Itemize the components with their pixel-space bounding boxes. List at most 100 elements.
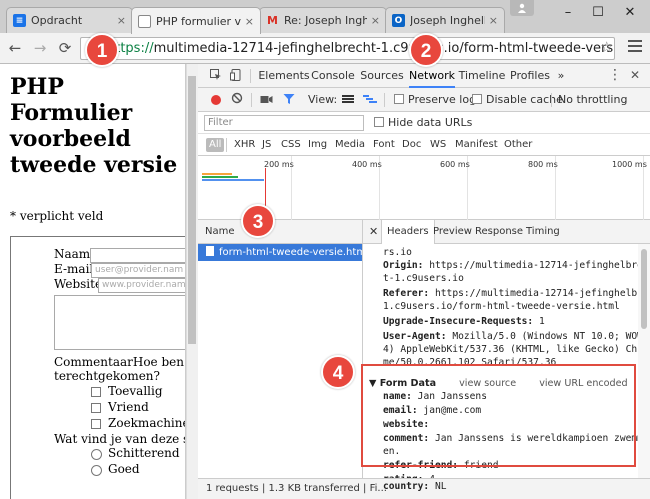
- tab-close-icon[interactable]: ×: [245, 15, 254, 28]
- detail-scrollbar-thumb[interactable]: [641, 249, 647, 329]
- document-icon: [206, 246, 214, 256]
- close-detail-icon[interactable]: ✕: [369, 225, 378, 238]
- large-rows-icon[interactable]: [342, 93, 354, 109]
- address-bar[interactable]: https://multimedia-12714-jefinghelbrecht…: [80, 37, 615, 60]
- type-all[interactable]: All: [206, 138, 225, 152]
- close-devtools-icon[interactable]: ✕: [630, 68, 640, 82]
- timeline-bar: [202, 173, 232, 175]
- tab-close-icon[interactable]: ×: [117, 14, 126, 27]
- zoekmachine-checkbox[interactable]: [91, 419, 101, 429]
- toolbar-divider: [551, 93, 552, 107]
- request-name: form-html-tweede-versie.html: [219, 247, 362, 258]
- tab-profiles[interactable]: Profiles: [508, 64, 552, 88]
- view-url-encoded-link[interactable]: view URL encoded: [539, 378, 627, 389]
- annotation-badge-4: 4: [321, 355, 355, 389]
- back-button[interactable]: ←: [6, 39, 24, 57]
- type-ws[interactable]: WS: [430, 138, 446, 152]
- maximize-button[interactable]: ☐: [583, 4, 613, 22]
- preserve-log-checkbox[interactable]: Preserve log: [394, 93, 476, 107]
- tab-php-formulier[interactable]: PHP formulier voorbeeld ×: [131, 7, 261, 34]
- name-column-header[interactable]: Name: [198, 220, 362, 244]
- page-scrollbar-thumb[interactable]: [188, 76, 196, 344]
- tab-label: Opdracht: [31, 14, 83, 27]
- tab-close-icon[interactable]: ×: [371, 14, 380, 27]
- devtools-menu-icon[interactable]: ⋮: [608, 67, 622, 83]
- type-doc[interactable]: Doc: [402, 138, 421, 152]
- email-label: E-mail: [54, 262, 94, 276]
- tab-elements[interactable]: Elements: [258, 64, 310, 88]
- doc-icon: ≡: [13, 14, 26, 27]
- disable-cache-checkbox[interactable]: Disable cache: [472, 93, 563, 107]
- type-manifest[interactable]: Manifest: [455, 138, 498, 152]
- form-data-title[interactable]: ▼ Form Data: [369, 378, 436, 389]
- header-line: Upgrade-Insecure-Requests: 1: [383, 316, 545, 327]
- type-other[interactable]: Other: [504, 138, 532, 152]
- form-data-row: name: Jan Janssens: [383, 391, 487, 402]
- filter-input[interactable]: Filter: [204, 115, 364, 131]
- wat-vind-label: Wat vind je van deze site: [54, 432, 185, 446]
- tab-opdracht[interactable]: ≡ Opdracht ×: [6, 7, 133, 33]
- schitterend-radio[interactable]: [91, 449, 102, 460]
- clear-icon[interactable]: [231, 92, 243, 108]
- type-img[interactable]: Img: [308, 138, 327, 152]
- reload-button[interactable]: ⟳: [56, 39, 74, 57]
- chrome-menu-icon[interactable]: [628, 40, 642, 55]
- more-tabs-button[interactable]: »: [554, 64, 568, 88]
- naam-label: Naam: [54, 247, 91, 261]
- request-list: Name form-html-tweede-versie.html: [198, 220, 363, 478]
- tab-outlook[interactable]: O Joseph Inghelbrecht ×: [385, 7, 505, 33]
- throttling-select[interactable]: No throttling: [558, 93, 627, 107]
- request-row[interactable]: form-html-tweede-versie.html: [198, 244, 362, 261]
- type-css[interactable]: CSS: [281, 138, 301, 152]
- page-icon: [138, 14, 151, 28]
- tab-response[interactable]: Response: [475, 220, 523, 244]
- hide-data-urls-checkbox[interactable]: Hide data URLs: [374, 116, 472, 130]
- annotation-badge-1: 1: [85, 33, 119, 67]
- network-controls: View: Preserve log Disable cache No thro…: [198, 88, 650, 112]
- close-window-button[interactable]: ✕: [615, 4, 645, 22]
- devtools-tabbar: Elements Console Sources Network Timelin…: [198, 64, 650, 88]
- email-input[interactable]: user@provider.nam: [91, 263, 185, 278]
- resource-type-filters: All XHR JS CSS Img Media Font Doc WS Man…: [198, 134, 650, 156]
- profile-icon[interactable]: [510, 0, 534, 16]
- bookmark-star-icon[interactable]: ☆: [600, 38, 613, 56]
- tab-headers[interactable]: Headers: [381, 220, 435, 244]
- form-data-header[interactable]: ▼ Form Data view source view URL encoded: [369, 377, 628, 390]
- load-event-marker: [265, 168, 266, 208]
- naam-input[interactable]: [90, 248, 185, 263]
- device-mode-icon[interactable]: [230, 69, 242, 84]
- type-font[interactable]: Font: [373, 138, 395, 152]
- commentaar-textarea[interactable]: [54, 295, 185, 350]
- type-media[interactable]: Media: [335, 138, 365, 152]
- website-input[interactable]: www.provider.name: [98, 278, 185, 293]
- minimize-button[interactable]: –: [553, 4, 583, 22]
- form-data-row: en.: [383, 446, 401, 457]
- vriend-label: Vriend: [108, 400, 149, 414]
- type-xhr[interactable]: XHR: [234, 138, 255, 152]
- tab-strip: ≡ Opdracht × PHP formulier voorbeeld × M…: [0, 0, 650, 34]
- tab-gmail[interactable]: M Re: Joseph Inghelbrecht ×: [259, 7, 387, 33]
- goed-radio[interactable]: [91, 465, 102, 476]
- tab-preview[interactable]: Preview: [433, 220, 472, 244]
- forward-button[interactable]: →: [31, 39, 49, 57]
- view-source-link[interactable]: view source: [459, 378, 516, 389]
- filter-bar: Filter Hide data URLs: [198, 112, 650, 134]
- commentaar-label: CommentaarHoe ben je d: [54, 355, 185, 369]
- timeline-bar: [202, 179, 264, 181]
- filter-icon[interactable]: [283, 93, 295, 109]
- record-icon[interactable]: [211, 95, 221, 105]
- overview-icon[interactable]: [363, 93, 377, 109]
- tab-network[interactable]: Network: [409, 64, 455, 88]
- vriend-checkbox[interactable]: [91, 403, 101, 413]
- toevallig-checkbox[interactable]: [91, 387, 101, 397]
- tab-console[interactable]: Console: [311, 64, 355, 88]
- tab-timing[interactable]: Timing: [526, 220, 560, 244]
- tab-close-icon[interactable]: ×: [489, 14, 498, 27]
- inspect-element-icon[interactable]: [210, 69, 222, 84]
- type-js[interactable]: JS: [262, 138, 271, 152]
- toolbar-divider: [250, 69, 251, 83]
- tab-sources[interactable]: Sources: [359, 64, 405, 88]
- capture-screenshots-icon[interactable]: [260, 93, 273, 109]
- tab-timeline[interactable]: Timeline: [458, 64, 506, 88]
- header-line: User-Agent: Mozilla/5.0 (Windows NT 10.0…: [383, 331, 650, 342]
